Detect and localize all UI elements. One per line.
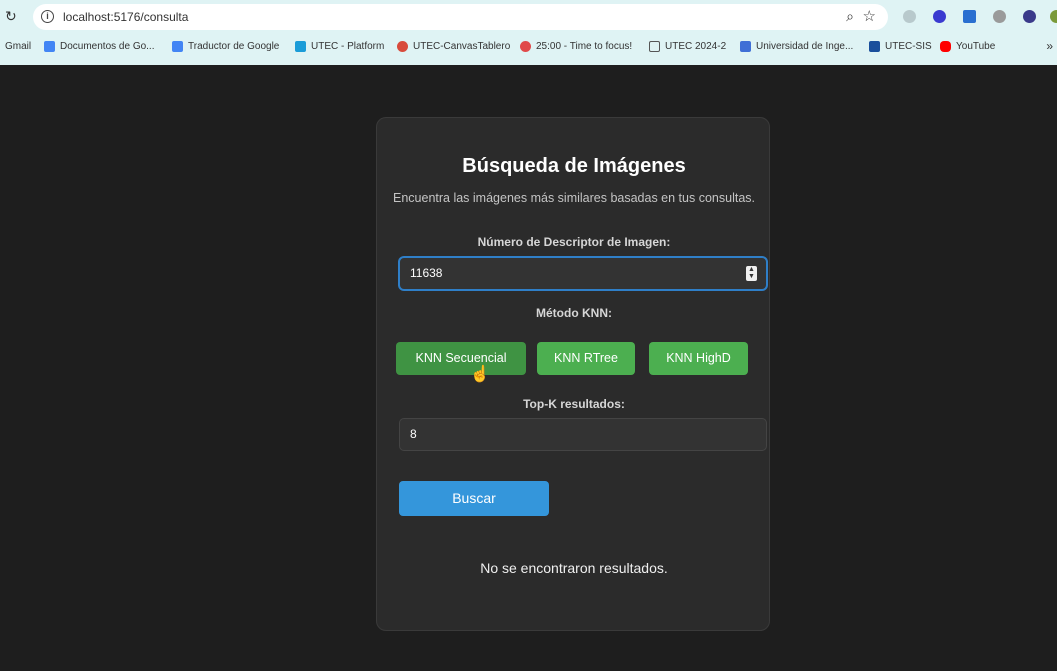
bookmark-gmail[interactable]: Gmail bbox=[5, 41, 31, 52]
site-info-icon[interactable]: i bbox=[41, 10, 54, 23]
topk-value: 8 bbox=[410, 427, 417, 441]
search-card: Búsqueda de Imágenes Encuentra las imáge… bbox=[376, 117, 770, 631]
descriptor-input[interactable]: 11638 ▲ ▼ bbox=[399, 257, 767, 290]
extension-icon[interactable] bbox=[933, 10, 946, 23]
address-row: ↻ i localhost:5176/consulta ⌕ ☆ bbox=[0, 0, 1057, 34]
no-results-message: No se encontraron resultados. bbox=[480, 560, 668, 576]
bookmark-universidad[interactable]: Universidad de Inge... bbox=[740, 41, 853, 52]
bookmark-docs[interactable]: Documentos de Go... bbox=[44, 41, 155, 52]
descriptor-value: 11638 bbox=[410, 266, 443, 280]
knn-highd-button[interactable]: KNN HighD bbox=[649, 342, 748, 375]
docs-icon bbox=[44, 41, 55, 52]
extension-icon[interactable] bbox=[903, 10, 916, 23]
topk-label: Top-K resultados: bbox=[523, 397, 625, 411]
hand-cursor-icon: ☝ bbox=[470, 366, 490, 383]
search-button[interactable]: Buscar bbox=[399, 481, 549, 516]
method-label: Método KNN: bbox=[536, 306, 612, 320]
bookmark-timer[interactable]: 25:00 - Time to focus! bbox=[520, 41, 632, 52]
topk-input[interactable]: 8 bbox=[399, 418, 767, 451]
reload-icon[interactable]: ↻ bbox=[5, 9, 19, 23]
page-title: Búsqueda de Imágenes bbox=[462, 155, 686, 177]
translate-icon bbox=[172, 41, 183, 52]
bookmark-canvas[interactable]: UTEC-CanvasTablero bbox=[397, 41, 510, 52]
knn-secuencial-button[interactable]: KNN Secuencial bbox=[396, 342, 526, 375]
bookmark-folder-utec[interactable]: UTEC 2024-2 bbox=[649, 41, 726, 52]
bookmarks-bar: Gmail Documentos de Go... Traductor de G… bbox=[0, 38, 1057, 58]
bookmark-utec-sis[interactable]: UTEC-SIS bbox=[869, 41, 932, 52]
page-subtitle: Encuentra las imágenes más similares bas… bbox=[393, 191, 755, 205]
url-text[interactable]: localhost:5176/consulta bbox=[63, 10, 188, 24]
more-bookmarks-icon[interactable]: » bbox=[1046, 39, 1053, 53]
number-spinner-icon[interactable]: ▲ ▼ bbox=[746, 266, 757, 281]
extension-icon[interactable] bbox=[1023, 10, 1036, 23]
bookmark-utec-platform[interactable]: UTEC - Platform bbox=[295, 41, 384, 52]
utec-icon bbox=[295, 41, 306, 52]
sis-icon bbox=[869, 41, 880, 52]
bookmark-translate[interactable]: Traductor de Google bbox=[172, 41, 279, 52]
knn-rtree-button[interactable]: KNN RTree bbox=[537, 342, 635, 375]
youtube-icon bbox=[940, 41, 951, 52]
descriptor-label: Número de Descriptor de Imagen: bbox=[477, 235, 671, 249]
calendar-icon bbox=[740, 41, 751, 52]
canvas-icon bbox=[397, 41, 408, 52]
bookmark-star-icon[interactable]: ☆ bbox=[863, 7, 876, 25]
folder-icon bbox=[649, 41, 660, 52]
extension-icon[interactable] bbox=[1050, 10, 1057, 23]
extension-icon[interactable] bbox=[993, 10, 1006, 23]
zoom-icon[interactable]: ⌕ bbox=[846, 8, 854, 25]
check-icon bbox=[520, 41, 531, 52]
browser-toolbar: ↻ i localhost:5176/consulta ⌕ ☆ Gmail Do… bbox=[0, 0, 1057, 65]
extension-icon[interactable] bbox=[963, 10, 976, 23]
address-bar[interactable]: i localhost:5176/consulta ⌕ ☆ bbox=[33, 4, 888, 30]
bookmark-youtube[interactable]: YouTube bbox=[940, 41, 995, 52]
